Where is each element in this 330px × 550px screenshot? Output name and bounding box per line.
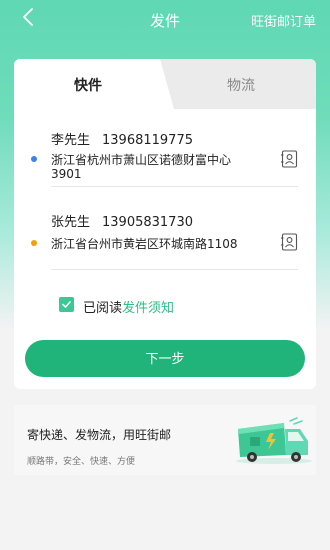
header: 发件 旺街邮订单 — [0, 0, 330, 42]
sender-address-line2: 3901 — [51, 167, 82, 181]
receiver-address-book-icon[interactable] — [281, 233, 298, 251]
checkmark-icon — [62, 301, 71, 308]
shipping-notice-link[interactable]: 发件须知 — [122, 301, 174, 316]
shipment-tabs: 快件 物流 — [14, 59, 316, 109]
sender-phone: 13968119775 — [102, 133, 193, 148]
divider — [51, 269, 298, 270]
promo-subtitle: 顺路带，安全、快速、方便 — [27, 457, 136, 467]
orders-link[interactable]: 旺街邮订单 — [251, 11, 316, 30]
delivery-truck-icon — [236, 417, 312, 464]
sender-address-book-icon[interactable] — [281, 150, 298, 168]
receiver-name: 张先生 — [51, 215, 91, 230]
agreement-prefix: 已阅读 — [83, 301, 123, 316]
agreement-text: 已阅读发件须知 — [83, 297, 174, 316]
receiver-address-line1: 浙江省台州市黄岩区环城南路1108 — [51, 237, 238, 251]
next-step-button[interactable]: 下一步 — [25, 340, 305, 377]
receiver-dot-icon — [31, 240, 37, 246]
tab-express[interactable]: 快件 — [74, 75, 102, 95]
receiver-contact: 张先生 13905831730 — [51, 211, 193, 230]
sender-address-line1: 浙江省杭州市萧山区诺德财富中心 — [51, 153, 232, 167]
tab-logistics[interactable]: 物流 — [227, 75, 255, 95]
receiver-phone: 13905831730 — [102, 215, 193, 230]
divider — [51, 186, 298, 187]
sender-dot-icon — [31, 156, 37, 162]
promo-title: 寄快递、发物流，用旺街邮 — [27, 428, 172, 442]
agreement-checkbox[interactable] — [59, 297, 74, 312]
sender-contact: 李先生 13968119775 — [51, 129, 193, 148]
promo-banner[interactable]: 寄快递、发物流，用旺街邮 顺路带，安全、快速、方便 — [14, 405, 316, 475]
shipment-form-card: 快件 物流 李先生 13968119775 浙江省杭州市萧山区诺德财富中心 390… — [14, 59, 316, 389]
sender-name: 李先生 — [51, 133, 91, 148]
